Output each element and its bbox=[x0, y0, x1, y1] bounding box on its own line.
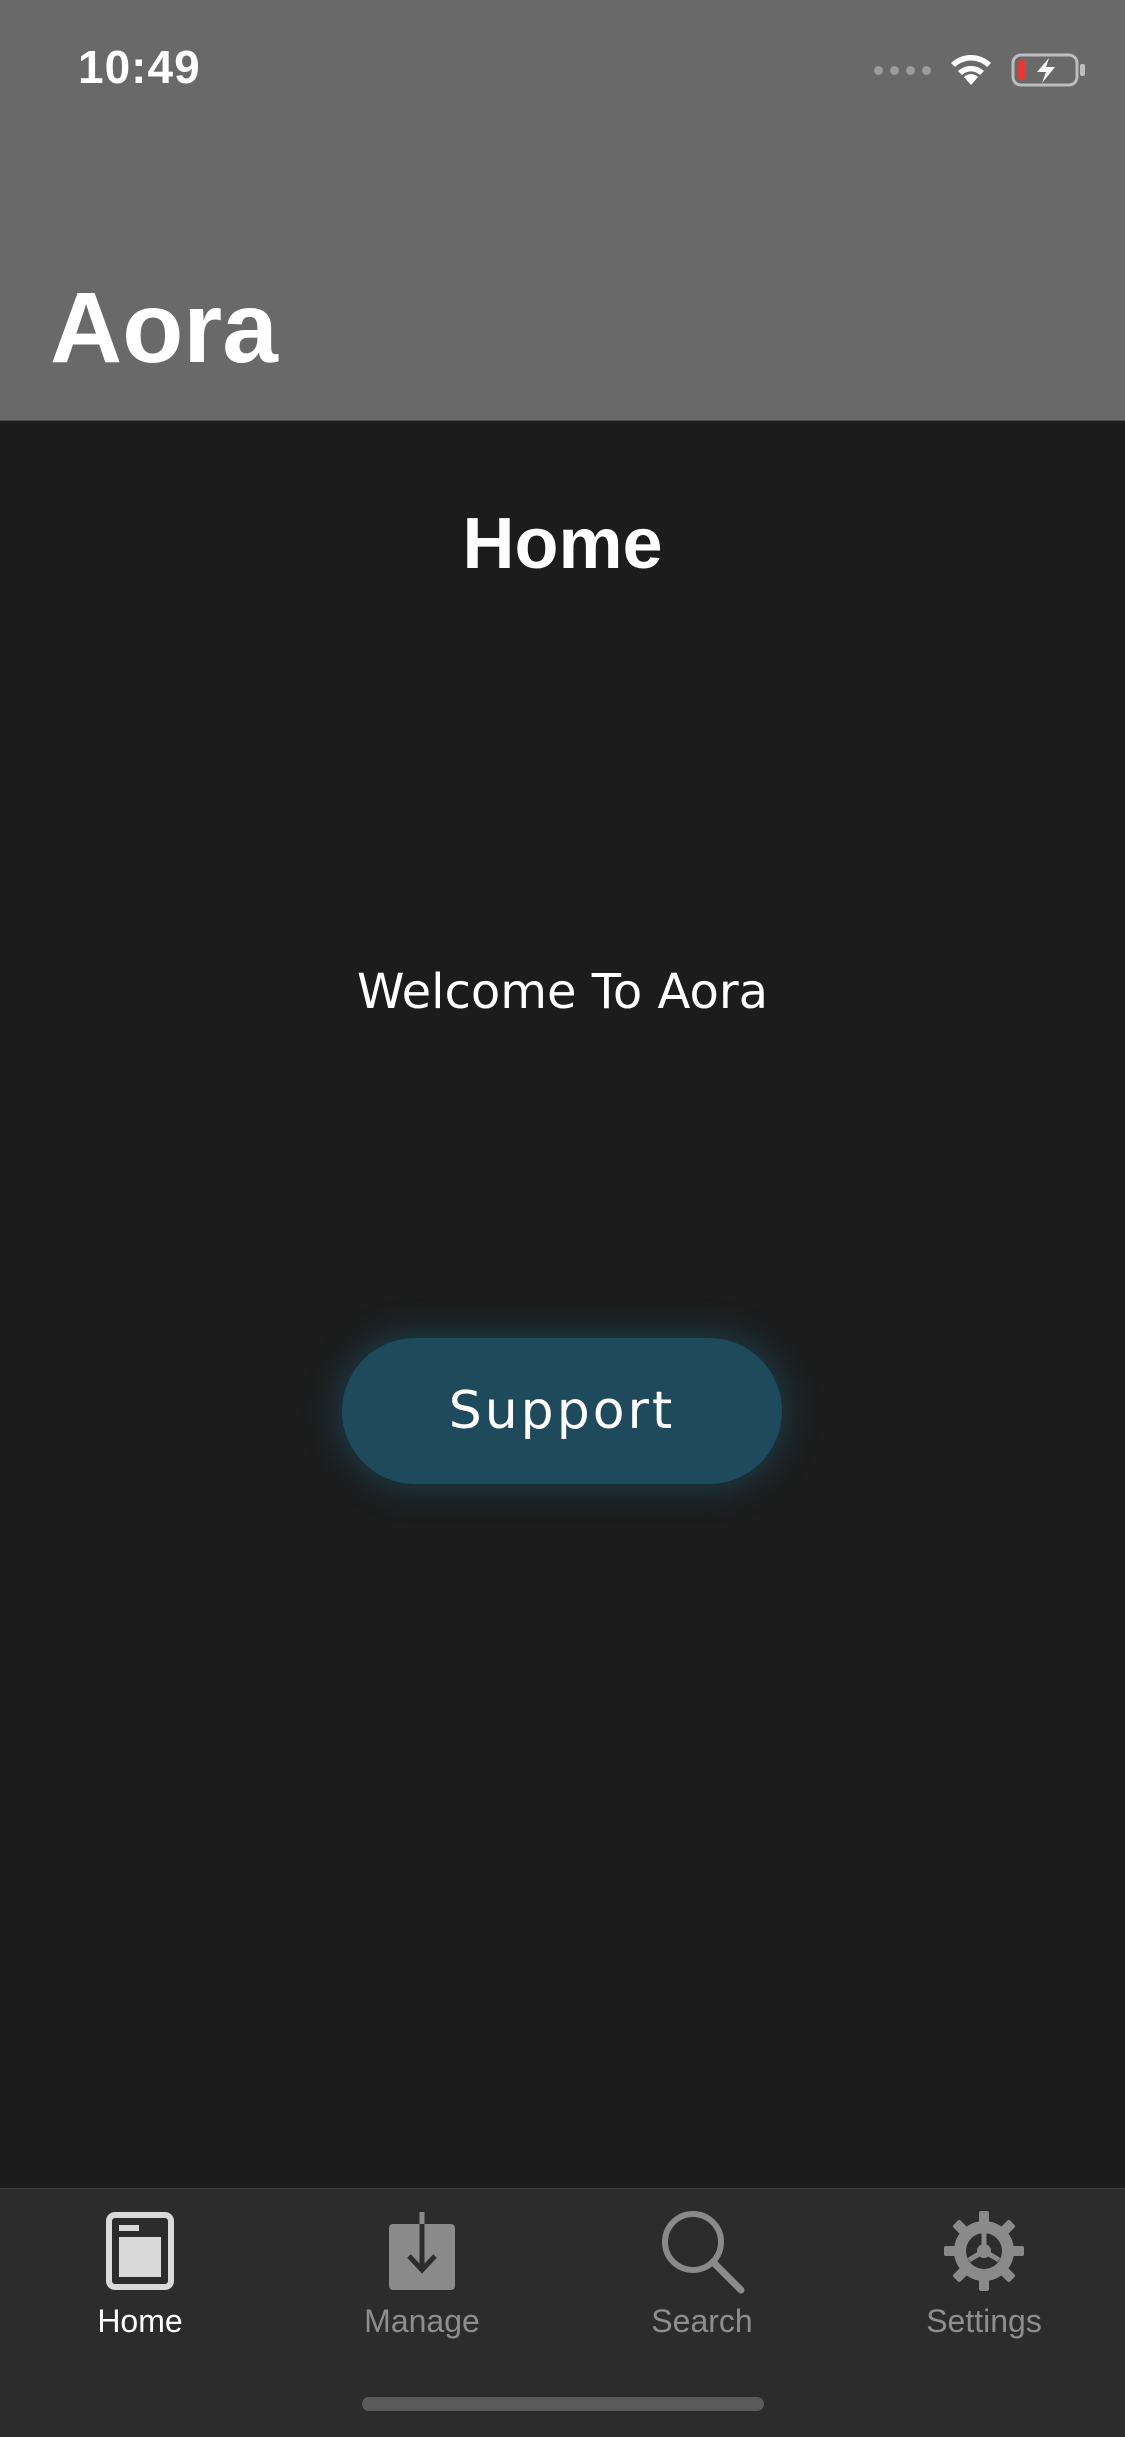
search-icon bbox=[659, 2205, 745, 2297]
app-title: Aora bbox=[50, 272, 278, 384]
tab-manage-label: Manage bbox=[364, 2303, 480, 2339]
battery-charging-icon bbox=[1011, 53, 1085, 87]
tab-manage[interactable]: Manage bbox=[302, 2189, 542, 2349]
tab-settings[interactable]: Settings bbox=[864, 2189, 1104, 2349]
header-bar: 10:49 Aora bbox=[0, 0, 1125, 421]
gear-icon bbox=[942, 2205, 1026, 2297]
home-indicator[interactable] bbox=[362, 2397, 764, 2411]
status-icons bbox=[874, 48, 1087, 92]
download-icon bbox=[387, 2205, 457, 2297]
page-title: Home bbox=[462, 504, 663, 584]
support-button[interactable]: Support bbox=[342, 1338, 782, 1484]
welcome-text: Welcome To Aora bbox=[356, 964, 769, 1020]
wifi-icon bbox=[951, 55, 991, 85]
tab-home[interactable]: Home bbox=[20, 2189, 260, 2349]
cellular-signal-icon bbox=[874, 65, 931, 75]
home-icon bbox=[105, 2205, 175, 2297]
tab-search[interactable]: Search bbox=[582, 2189, 822, 2349]
status-time: 10:49 bbox=[78, 41, 201, 93]
tab-settings-label: Settings bbox=[926, 2303, 1042, 2339]
tab-search-label: Search bbox=[651, 2303, 753, 2339]
tab-home-label: Home bbox=[97, 2303, 183, 2339]
